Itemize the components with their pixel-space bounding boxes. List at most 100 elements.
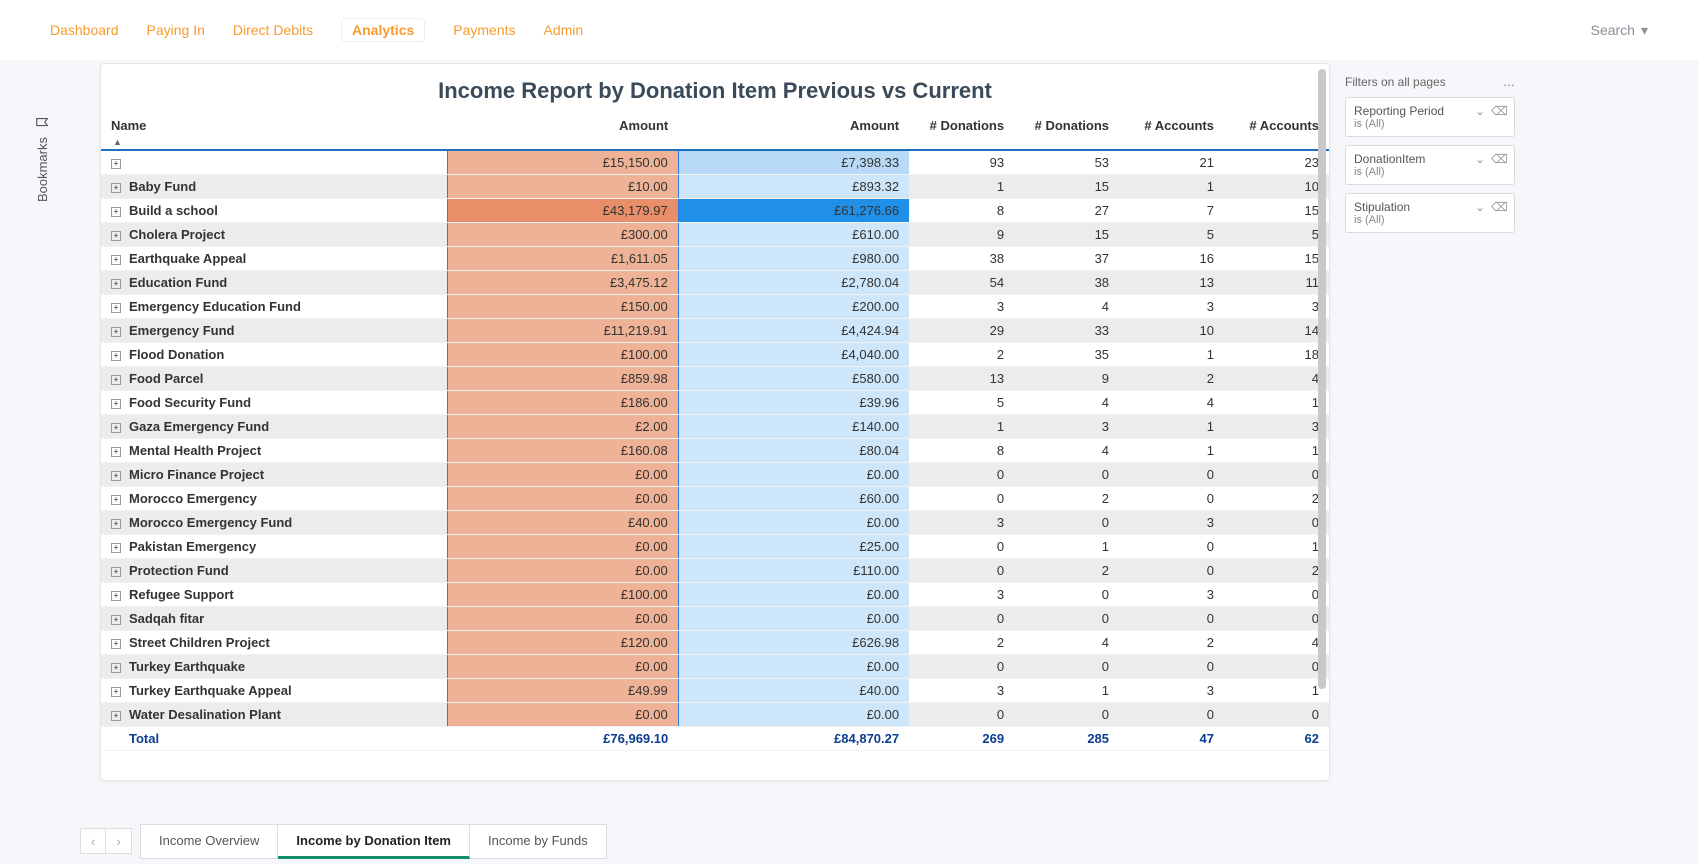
table-row[interactable]: +Baby Fund£10.00£893.32115110 xyxy=(101,175,1329,199)
table-row[interactable]: +Education Fund£3,475.12£2,780.045438131… xyxy=(101,271,1329,295)
sheet-next-button[interactable]: › xyxy=(106,828,132,854)
expand-icon[interactable]: + xyxy=(111,495,121,505)
table-row[interactable]: +Food Parcel£859.98£580.0013924 xyxy=(101,367,1329,391)
search-dropdown[interactable]: Search ▾ xyxy=(1591,22,1648,39)
clear-filter-icon[interactable]: ⌫ xyxy=(1491,152,1508,166)
row-accounts-curr: 23 xyxy=(1224,150,1329,175)
expand-icon[interactable]: + xyxy=(111,447,121,457)
expand-icon[interactable]: + xyxy=(111,711,121,721)
table-row[interactable]: +Food Security Fund£186.00£39.965441 xyxy=(101,391,1329,415)
vertical-scrollbar[interactable] xyxy=(1318,69,1326,834)
expand-icon[interactable]: + xyxy=(111,471,121,481)
sheet-prev-button[interactable]: ‹ xyxy=(80,828,106,854)
table-row[interactable]: +Flood Donation£100.00£4,040.00235118 xyxy=(101,343,1329,367)
sheet-tab[interactable]: Income by Donation Item xyxy=(278,824,470,859)
row-name-cell: +Protection Fund xyxy=(101,559,447,583)
table-row[interactable]: +Gaza Emergency Fund£2.00£140.001313 xyxy=(101,415,1329,439)
row-amount-curr: £4,040.00 xyxy=(678,343,909,367)
row-name-cell: +Street Children Project xyxy=(101,631,447,655)
nav-analytics[interactable]: Analytics xyxy=(341,18,425,42)
expand-icon[interactable]: + xyxy=(111,303,121,313)
row-donations-curr: 15 xyxy=(1014,175,1119,199)
row-amount-curr: £140.00 xyxy=(678,415,909,439)
col-amount-prev[interactable]: Amount xyxy=(447,112,678,150)
table-row[interactable]: +Sadqah fitar£0.00£0.000000 xyxy=(101,607,1329,631)
table-row[interactable]: +Emergency Education Fund£150.00£200.003… xyxy=(101,295,1329,319)
table-row[interactable]: +Water Desalination Plant£0.00£0.000000 xyxy=(101,703,1329,727)
row-amount-curr: £580.00 xyxy=(678,367,909,391)
nav-dashboard[interactable]: Dashboard xyxy=(50,22,119,38)
nav-paying-in[interactable]: Paying In xyxy=(147,22,205,38)
filter-card[interactable]: DonationItemis (All)⌄⌫ xyxy=(1345,145,1515,185)
expand-icon[interactable]: + xyxy=(111,519,121,529)
table-row[interactable]: +Refugee Support£100.00£0.003030 xyxy=(101,583,1329,607)
clear-filter-icon[interactable]: ⌫ xyxy=(1491,104,1508,118)
row-donations-curr: 0 xyxy=(1014,463,1119,487)
table-row[interactable]: +Cholera Project£300.00£610.0091555 xyxy=(101,223,1329,247)
table-row[interactable]: +Turkey Earthquake Appeal£49.99£40.00313… xyxy=(101,679,1329,703)
expand-icon[interactable]: + xyxy=(111,591,121,601)
row-amount-prev: £859.98 xyxy=(447,367,678,391)
bookmarks-rail[interactable]: Bookmarks xyxy=(35,115,50,202)
expand-icon[interactable]: + xyxy=(111,231,121,241)
row-amount-prev: £0.00 xyxy=(447,655,678,679)
col-donations-prev[interactable]: # Donations xyxy=(909,112,1014,150)
table-row[interactable]: +Emergency Fund£11,219.91£4,424.94293310… xyxy=(101,319,1329,343)
table-row[interactable]: +£15,150.00£7,398.3393532123 xyxy=(101,150,1329,175)
expand-icon[interactable]: + xyxy=(111,327,121,337)
expand-icon[interactable]: + xyxy=(111,639,121,649)
row-name-cell: +Turkey Earthquake Appeal xyxy=(101,679,447,703)
row-accounts-curr: 1 xyxy=(1224,535,1329,559)
nav-payments[interactable]: Payments xyxy=(453,22,515,38)
expand-icon[interactable]: + xyxy=(111,375,121,385)
chevron-down-icon[interactable]: ⌄ xyxy=(1475,104,1485,118)
col-accounts-curr[interactable]: # Accounts xyxy=(1224,112,1329,150)
sheet-tab[interactable]: Income Overview xyxy=(140,824,278,859)
nav-admin[interactable]: Admin xyxy=(544,22,584,38)
row-name-cell: +Build a school xyxy=(101,199,447,223)
expand-icon[interactable]: + xyxy=(111,687,121,697)
expand-icon[interactable]: + xyxy=(111,279,121,289)
expand-icon[interactable]: + xyxy=(111,255,121,265)
table-row[interactable]: +Micro Finance Project£0.00£0.000000 xyxy=(101,463,1329,487)
row-accounts-curr: 1 xyxy=(1224,679,1329,703)
table-row[interactable]: +Street Children Project£120.00£626.9824… xyxy=(101,631,1329,655)
filter-card[interactable]: Stipulationis (All)⌄⌫ xyxy=(1345,193,1515,233)
table-row[interactable]: +Build a school£43,179.97£61,276.6682771… xyxy=(101,199,1329,223)
row-accounts-prev: 5 xyxy=(1119,223,1224,247)
expand-icon[interactable]: + xyxy=(111,543,121,553)
row-amount-prev: £15,150.00 xyxy=(447,150,678,175)
expand-icon[interactable]: + xyxy=(111,399,121,409)
filter-card[interactable]: Reporting Periodis (All)⌄⌫ xyxy=(1345,97,1515,137)
scrollbar-thumb[interactable] xyxy=(1318,69,1326,689)
col-accounts-prev[interactable]: # Accounts xyxy=(1119,112,1224,150)
expand-icon[interactable]: + xyxy=(111,615,121,625)
col-amount-curr[interactable]: Amount xyxy=(678,112,909,150)
expand-icon[interactable]: + xyxy=(111,159,121,169)
table-row[interactable]: +Turkey Earthquake£0.00£0.000000 xyxy=(101,655,1329,679)
nav-direct-debits[interactable]: Direct Debits xyxy=(233,22,313,38)
table-row[interactable]: +Earthquake Appeal£1,611.05£980.00383716… xyxy=(101,247,1329,271)
expand-icon[interactable]: + xyxy=(111,183,121,193)
chevron-down-icon[interactable]: ⌄ xyxy=(1475,200,1485,214)
expand-icon[interactable]: + xyxy=(111,351,121,361)
expand-icon[interactable]: + xyxy=(111,567,121,577)
table-row[interactable]: +Morocco Emergency£0.00£60.000202 xyxy=(101,487,1329,511)
row-accounts-curr: 4 xyxy=(1224,367,1329,391)
clear-filter-icon[interactable]: ⌫ xyxy=(1491,200,1508,214)
table-row[interactable]: +Protection Fund£0.00£110.000202 xyxy=(101,559,1329,583)
filters-more-icon[interactable]: … xyxy=(1503,75,1515,89)
expand-icon[interactable]: + xyxy=(111,663,121,673)
sheet-tab[interactable]: Income by Funds xyxy=(470,824,607,859)
table-row[interactable]: +Morocco Emergency Fund£40.00£0.003030 xyxy=(101,511,1329,535)
expand-icon[interactable]: + xyxy=(111,207,121,217)
table-row[interactable]: +Mental Health Project£160.08£80.048411 xyxy=(101,439,1329,463)
table-row[interactable]: +Pakistan Emergency£0.00£25.000101 xyxy=(101,535,1329,559)
filter-value: is (All) xyxy=(1354,166,1506,178)
expand-icon[interactable]: + xyxy=(111,423,121,433)
chevron-down-icon[interactable]: ⌄ xyxy=(1475,152,1485,166)
row-amount-curr: £200.00 xyxy=(678,295,909,319)
col-donations-curr[interactable]: # Donations xyxy=(1014,112,1119,150)
filter-value: is (All) xyxy=(1354,118,1506,130)
col-name[interactable]: Name▲ xyxy=(101,112,447,150)
